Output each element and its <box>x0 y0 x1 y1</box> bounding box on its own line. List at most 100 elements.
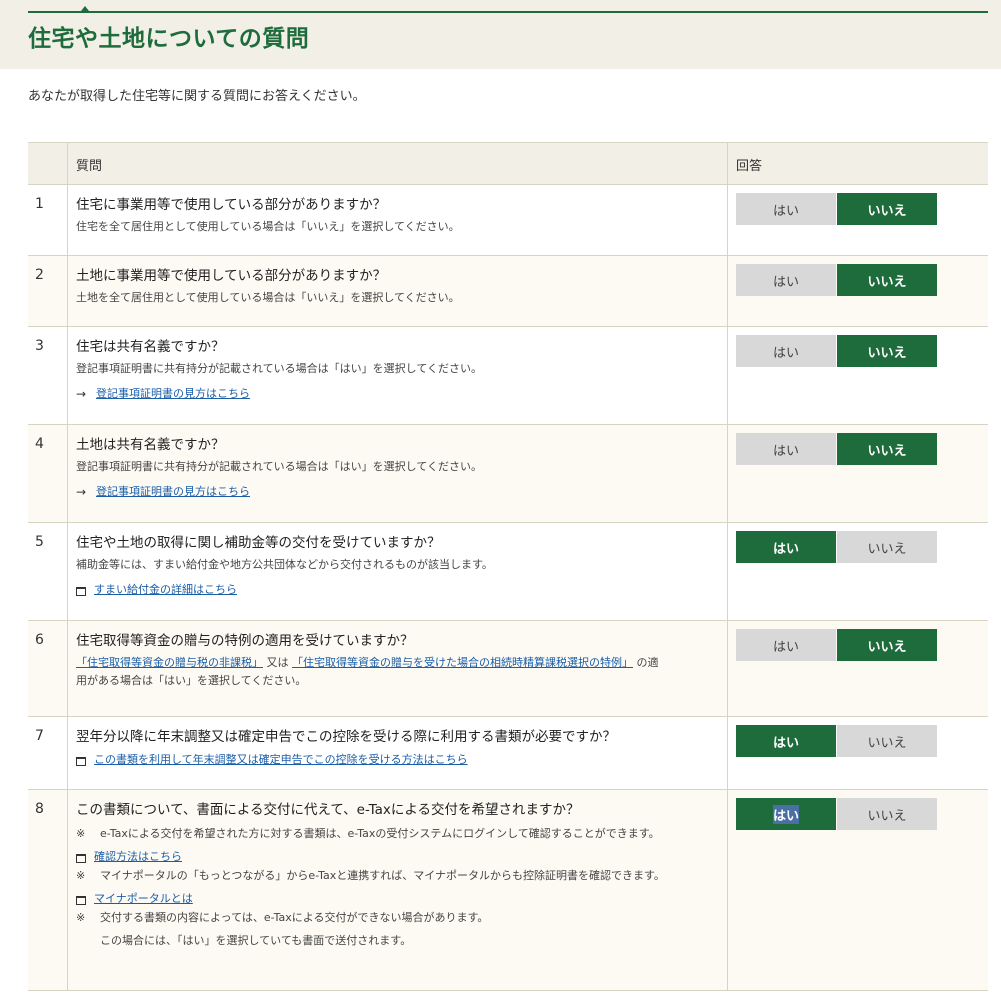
question-table: 質問 回答 1 住宅に事業用等で使用している部分がありますか？ 住宅を全て居住用… <box>28 142 988 991</box>
new-window-icon <box>76 895 86 905</box>
question-text: 住宅取得等資金の贈与の特例の適用を受けていますか？ <box>76 633 414 649</box>
yes-no-toggle: はい いいえ <box>736 264 988 296</box>
new-window-icon <box>76 586 86 596</box>
question-cell: 住宅取得等資金の贈与の特例の適用を受けていますか？ 「住宅取得等資金の贈与税の非… <box>68 621 728 716</box>
question-cell: 住宅は共有名義ですか？ 登記事項証明書に共有持分が記載されている場合は「はい」を… <box>68 327 728 424</box>
question-note: 住宅を全て居住用として使用している場合は「いいえ」を選択してください。 <box>76 220 460 233</box>
question-cell: 土地に事業用等で使用している部分がありますか？ 土地を全て居住用として使用してい… <box>68 256 728 326</box>
yes-button[interactable]: はい <box>736 798 836 830</box>
header-question: 質問 <box>68 143 728 184</box>
question-text: この書類について、書面による交付に代えて、e-Taxによる交付を希望されますか？ <box>76 802 580 818</box>
yes-button[interactable]: はい <box>736 193 836 225</box>
housing-benefit-link[interactable]: すまい給付金の詳細はこちら <box>94 582 237 598</box>
question-cell: 土地は共有名義ですか？ 登記事項証明書に共有持分が記載されている場合は「はい」を… <box>68 425 728 522</box>
no-button[interactable]: いいえ <box>837 335 937 367</box>
link-line: すまい給付金の詳細はこちら <box>76 582 719 598</box>
question-notes: ※ e-Taxによる交付を希望された方に対する書類は、e-Taxの受付システムに… <box>76 826 719 949</box>
yes-button[interactable]: はい <box>736 335 836 367</box>
answer-cell: はい いいえ <box>728 327 988 424</box>
yes-button[interactable]: はい <box>736 433 836 465</box>
question-row-1: 1 住宅に事業用等で使用している部分がありますか？ 住宅を全て居住用として使用し… <box>28 185 988 256</box>
no-button[interactable]: いいえ <box>837 798 937 830</box>
note-mark: ※ <box>76 827 86 840</box>
yes-button[interactable]: はい <box>736 725 836 757</box>
question-number: 6 <box>28 621 68 716</box>
yes-no-toggle: はい いいえ <box>736 433 988 465</box>
question-cell: 住宅や土地の取得に関し補助金等の交付を受けていますか？ 補助金等には、すまい給付… <box>68 523 728 620</box>
question-text: 住宅は共有名義ですか？ <box>76 339 225 355</box>
no-button[interactable]: いいえ <box>837 193 937 225</box>
yes-button[interactable]: はい <box>736 531 836 563</box>
answer-cell: はい いいえ <box>728 425 988 522</box>
note-mark: ※ <box>76 869 86 882</box>
note-line-1: ※ e-Taxによる交付を希望された方に対する書類は、e-Taxの受付システムに… <box>76 826 719 842</box>
page-header: 住宅や土地についての質問 <box>0 0 1001 69</box>
question-note: 「住宅取得等資金の贈与税の非課税」 又は 「住宅取得等資金の贈与を受けた場合の相… <box>76 654 719 690</box>
question-text: 住宅や土地の取得に関し補助金等の交付を受けていますか？ <box>76 535 441 551</box>
question-cell: 翌年分以降に年末調整又は確定申告でこの控除を受ける際に利用する書類が必要ですか？… <box>68 717 728 789</box>
table-header: 質問 回答 <box>28 143 988 185</box>
answer-cell: はい いいえ <box>728 717 988 789</box>
link-line: → 登記事項証明書の見方はこちら <box>76 484 719 500</box>
yes-no-toggle: はい いいえ <box>736 193 988 225</box>
question-number: 1 <box>28 185 68 255</box>
no-button[interactable]: いいえ <box>837 433 937 465</box>
answer-cell: はい いいえ <box>728 256 988 326</box>
answer-cell: はい いいえ <box>728 523 988 620</box>
answer-cell: はい いいえ <box>728 790 988 990</box>
registry-guide-link[interactable]: 登記事項証明書の見方はこちら <box>96 386 250 402</box>
question-text: 土地は共有名義ですか？ <box>76 437 225 453</box>
link-line: この書類を利用して年末調整又は確定申告でこの控除を受ける方法はこちら <box>76 752 719 768</box>
question-text: 土地に事業用等で使用している部分がありますか？ <box>76 268 387 284</box>
answer-cell: はい いいえ <box>728 185 988 255</box>
arrow-right-icon: → <box>76 387 87 401</box>
yes-button[interactable]: はい <box>736 629 836 661</box>
yes-button-label: はい <box>772 804 799 824</box>
note-line-3: ※ 交付する書類の内容によっては、e-Taxによる交付ができない場合があります。 <box>76 910 719 926</box>
note-tail-2: 用がある場合は「はい」を選択してください。 <box>76 674 307 687</box>
header-answer: 回答 <box>736 159 763 174</box>
yes-button[interactable]: はい <box>736 264 836 296</box>
no-button[interactable]: いいえ <box>837 264 937 296</box>
question-row-5: 5 住宅や土地の取得に関し補助金等の交付を受けていますか？ 補助金等には、すまい… <box>28 523 988 621</box>
header-notch-icon <box>81 6 89 11</box>
yes-no-toggle: はい いいえ <box>736 798 988 830</box>
question-number: 2 <box>28 256 68 326</box>
question-number: 3 <box>28 327 68 424</box>
header-num-cell <box>28 143 68 184</box>
conjunction-text: 又は <box>266 656 289 669</box>
link-line: 確認方法はこちら <box>76 849 719 865</box>
question-text: 住宅に事業用等で使用している部分がありますか？ <box>76 197 387 213</box>
page-title: 住宅や土地についての質問 <box>28 26 310 52</box>
question-note: 登記事項証明書に共有持分が記載されている場合は「はい」を選択してください。 <box>76 362 483 375</box>
question-note: 補助金等には、すまい給付金や地方公共団体などから交付されるものが該当します。 <box>76 558 493 571</box>
new-window-icon <box>76 853 86 863</box>
intro-text: あなたが取得した住宅等に関する質問にお答えください。 <box>28 89 366 104</box>
link-line: マイナポータルとは <box>76 891 719 907</box>
year-end-adjustment-link[interactable]: この書類を利用して年末調整又は確定申告でこの控除を受ける方法はこちら <box>94 752 468 768</box>
note-tail: の適 <box>636 656 659 669</box>
question-number: 7 <box>28 717 68 789</box>
no-button[interactable]: いいえ <box>837 725 937 757</box>
mynaportal-link[interactable]: マイナポータルとは <box>94 891 193 907</box>
question-note: 土地を全て居住用として使用している場合は「いいえ」を選択してください。 <box>76 291 460 304</box>
no-button[interactable]: いいえ <box>837 629 937 661</box>
question-cell: この書類について、書面による交付に代えて、e-Taxによる交付を希望されますか？… <box>68 790 728 990</box>
question-row-3: 3 住宅は共有名義ですか？ 登記事項証明書に共有持分が記載されている場合は「はい… <box>28 327 988 425</box>
no-button[interactable]: いいえ <box>837 531 937 563</box>
answer-cell: はい いいえ <box>728 621 988 716</box>
question-row-8: 8 この書類について、書面による交付に代えて、e-Taxによる交付を希望されます… <box>28 790 988 991</box>
yes-no-toggle: はい いいえ <box>736 725 988 757</box>
note-line-4: この場合には、「はい」を選択していても書面で送付されます。 <box>100 934 412 947</box>
question-text: 翌年分以降に年末調整又は確定申告でこの控除を受ける際に利用する書類が必要ですか？ <box>76 729 616 745</box>
question-number: 5 <box>28 523 68 620</box>
link-line: → 登記事項証明書の見方はこちら <box>76 386 719 402</box>
header-rule <box>28 11 988 13</box>
settlement-tax-link[interactable]: 「住宅取得等資金の贈与を受けた場合の相続時精算課税選択の特例」 <box>292 656 633 669</box>
registry-guide-link[interactable]: 登記事項証明書の見方はこちら <box>96 484 250 500</box>
question-row-2: 2 土地に事業用等で使用している部分がありますか？ 土地を全て居住用として使用し… <box>28 256 988 327</box>
gift-tax-exemption-link[interactable]: 「住宅取得等資金の贈与税の非課税」 <box>76 656 263 669</box>
confirmation-method-link[interactable]: 確認方法はこちら <box>94 849 182 865</box>
question-row-4: 4 土地は共有名義ですか？ 登記事項証明書に共有持分が記載されている場合は「はい… <box>28 425 988 523</box>
note-text: マイナポータルの「もっとつながる」からe-Taxと連携すれば、マイナポータルから… <box>100 869 665 882</box>
